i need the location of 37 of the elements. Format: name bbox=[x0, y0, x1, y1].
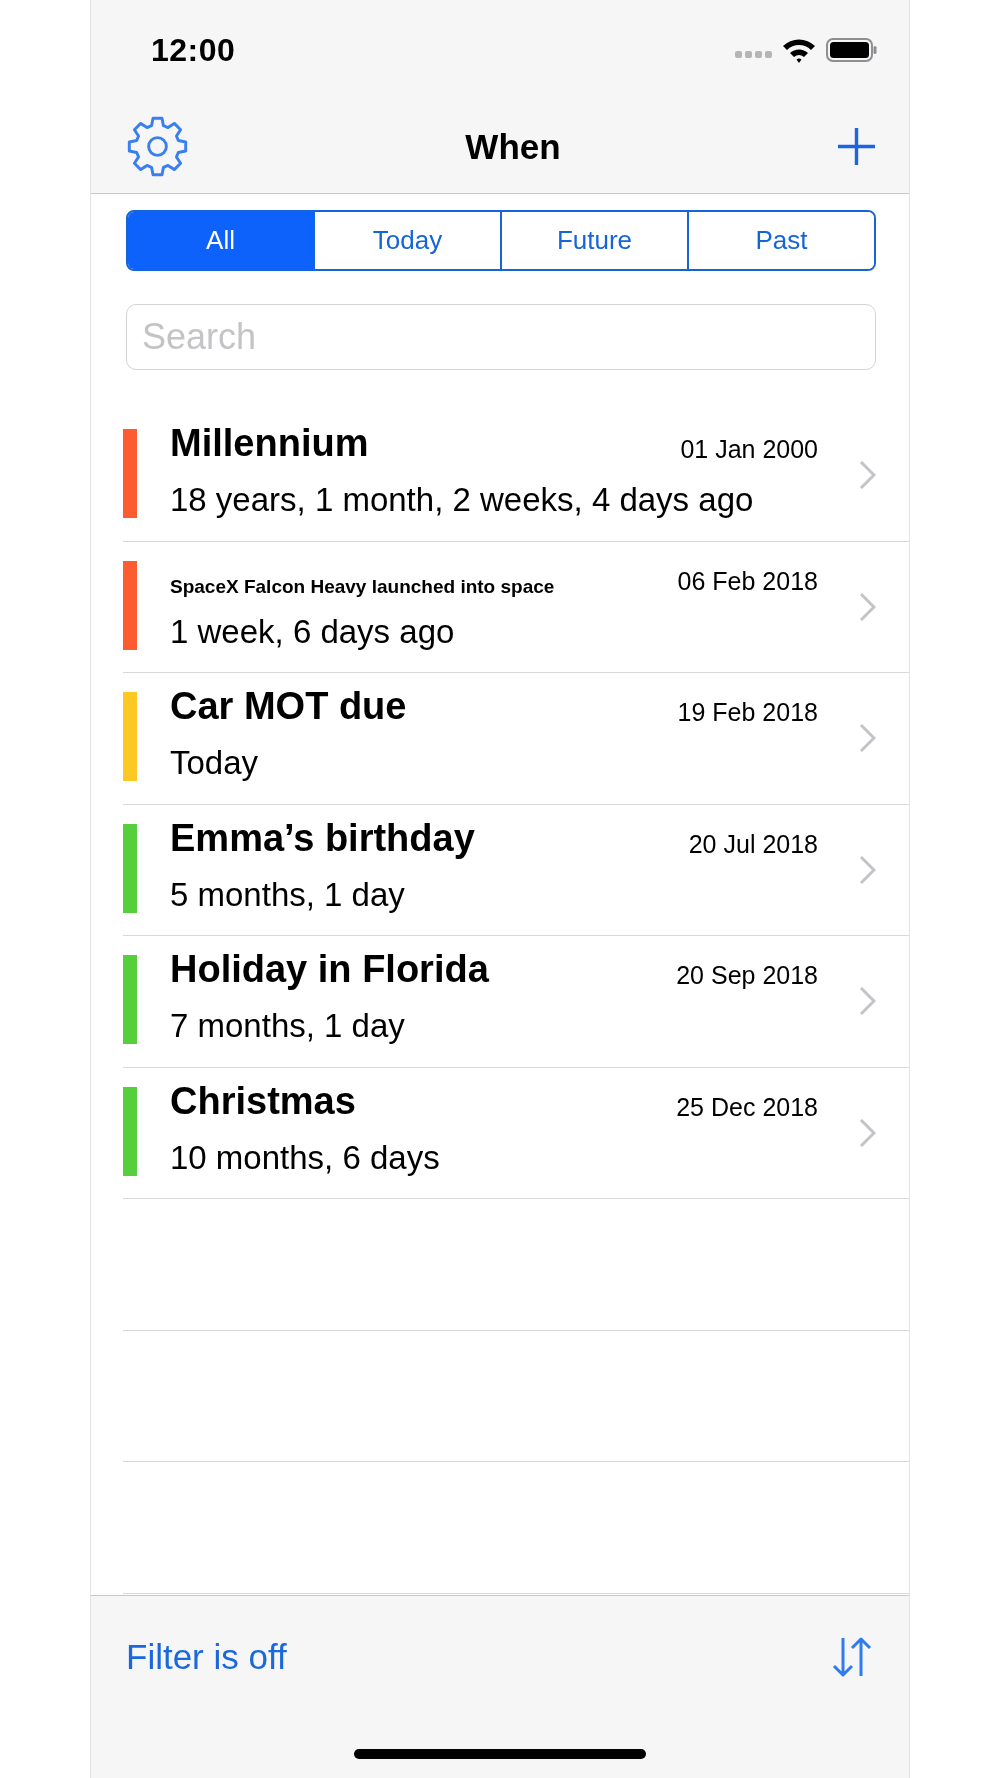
event-relative-time: 10 months, 6 days bbox=[170, 1137, 441, 1178]
event-relative-time: 7 months, 1 day bbox=[170, 1006, 406, 1046]
event-title: Millennium bbox=[170, 421, 369, 467]
segment-tab[interactable]: All bbox=[128, 212, 313, 269]
event-date: 25 Dec 2018 bbox=[676, 1091, 818, 1123]
event-date: 01 Jan 2000 bbox=[680, 434, 818, 465]
plus-icon bbox=[837, 127, 876, 166]
event-date: 20 Sep 2018 bbox=[676, 960, 818, 991]
chevron-icon bbox=[859, 723, 876, 754]
event-relative-time: Today bbox=[170, 743, 260, 783]
battery-icon bbox=[826, 38, 877, 62]
event-relative-time: 1 week, 6 days ago bbox=[170, 611, 456, 652]
chevron-icon bbox=[859, 1117, 876, 1148]
filter-button[interactable]: Filter is off bbox=[126, 1636, 287, 1677]
event-title: SpaceX Falcon Heavy launched into space bbox=[170, 575, 555, 599]
chevron-icon bbox=[859, 854, 876, 885]
signal-dots-icon bbox=[735, 50, 772, 58]
event-date: 19 Feb 2018 bbox=[677, 697, 818, 728]
nav-title: When bbox=[465, 126, 561, 167]
event-title: Holiday in Florida bbox=[170, 947, 489, 993]
settings-button[interactable] bbox=[126, 115, 189, 178]
status-time: 12:00 bbox=[151, 31, 236, 69]
event-date: 06 Feb 2018 bbox=[677, 565, 818, 597]
search-field[interactable]: Search bbox=[126, 304, 876, 370]
event-relative-time: 5 months, 1 day bbox=[170, 874, 406, 915]
event-title: Car MOT due bbox=[170, 684, 407, 730]
wifi-icon bbox=[782, 37, 816, 63]
chevron-icon bbox=[859, 986, 876, 1017]
event-title: Christmas bbox=[170, 1078, 356, 1124]
event-relative-time: 18 years, 1 month, 2 weeks, 4 days ago bbox=[170, 480, 755, 520]
add-button[interactable] bbox=[837, 127, 876, 166]
event-date: 20 Jul 2018 bbox=[688, 828, 818, 860]
segment-tab[interactable]: Past bbox=[687, 212, 874, 269]
chevron-icon bbox=[859, 591, 876, 622]
event-title: Emma’s birthday bbox=[170, 815, 475, 861]
chevron-icon bbox=[859, 460, 876, 491]
settings-icon bbox=[126, 115, 189, 178]
